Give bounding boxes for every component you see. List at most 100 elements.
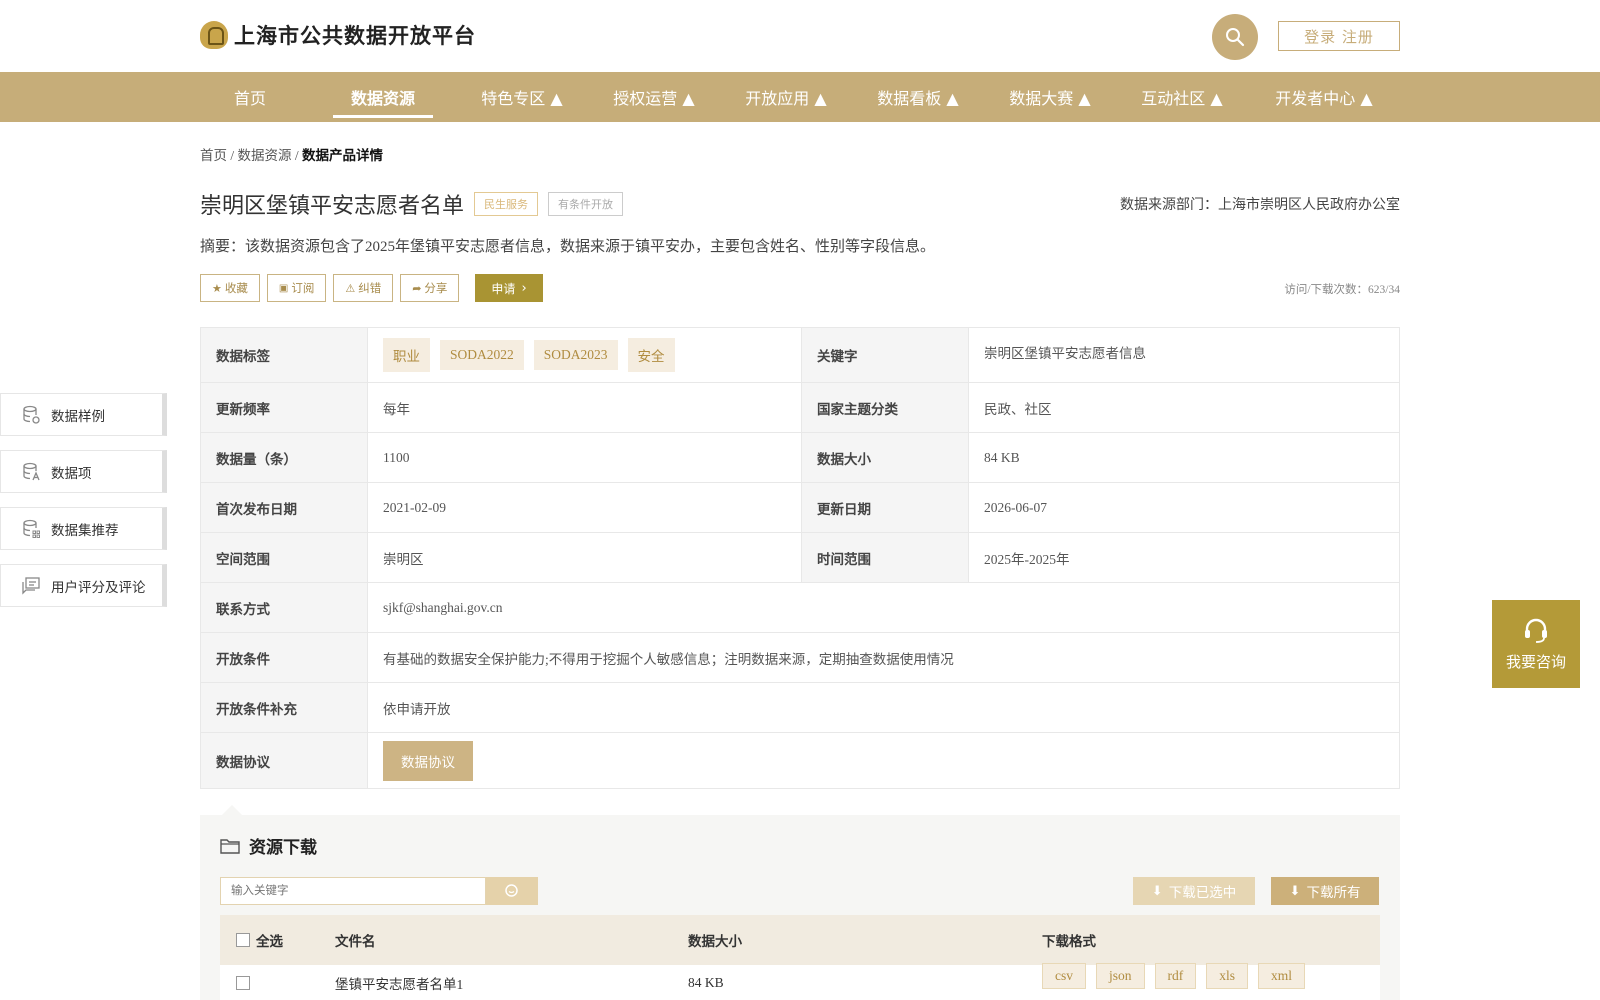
breadcrumb-current: 数据产品详情 [302,148,384,163]
summary-text: 摘要：该数据资源包含了2025年堡镇平安志愿者信息，数据来源于镇平安办，主要包含… [200,239,936,255]
site-name: 上海市公共数据开放平台 [234,24,476,48]
table-row: 首次发布日期 2021-02-09 更新日期 2026-06-07 [201,482,1399,532]
cell-value: 2021-02-09 [368,483,802,532]
action-bar: ★ 收藏 ▣ 订阅 ⚠ 纠错 ➦ 分享 申请 › [200,274,543,302]
database-recommend-icon [23,519,40,538]
cell-value: 有基础的数据安全保护能力;不得用于挖掘个人敏感信息；注明数据来源，定期抽查数据使… [383,651,954,667]
cell-label: 数据标签 [201,328,368,382]
side-nav: 数据样例 数据项 数据集推荐 用户评分及评论 [0,393,167,621]
share-button[interactable]: ➦ 分享 [400,274,460,302]
cell-label: 更新日期 [802,483,969,532]
subscribe-label: 订阅 [291,283,315,295]
message-icon: ▣ [278,282,289,294]
side-item-dataset-recommend[interactable]: 数据集推荐 [0,507,167,550]
nav-developer-center[interactable]: 开发者中心 ▲ [1254,72,1394,122]
tags-cell: 职业 SODA2022 SODA2023 安全 [368,328,802,382]
cell-value: 崇明区 [368,533,802,582]
nav-special-zone[interactable]: 特色专区 ▲ [462,72,582,122]
nav-home[interactable]: 首页 [216,72,284,122]
format-rdf-button[interactable]: rdf [1154,962,1197,989]
nav-data-resources[interactable]: 数据资源 [333,72,433,122]
cell-label: 国家主题分类 [802,383,969,432]
select-all[interactable]: 全选 [236,915,283,965]
side-item-label: 用户评分及评论 [51,579,146,596]
side-item-label: 数据集推荐 [51,522,119,539]
side-item-ratings-comments[interactable]: 用户评分及评论 [0,564,167,607]
cell-value: 84 KB [984,449,1020,465]
format-csv-button[interactable]: csv [1042,962,1086,989]
format-xls-button[interactable]: xls [1206,962,1249,989]
dataset-info-table: 数据标签 职业 SODA2022 SODA2023 安全 关键字 崇明区堡镇平安… [200,327,1400,789]
file-name[interactable]: 堡镇平安志愿者名单1 [335,965,463,1000]
consult-button[interactable]: 我要咨询 [1492,600,1580,688]
row-select [236,965,250,1000]
nav-community[interactable]: 互动社区 ▲ [1122,72,1242,122]
breadcrumb-separator: / [227,148,238,163]
cell-label: 联系方式 [201,583,368,632]
data-tag[interactable]: 职业 [383,338,430,372]
download-icon: ⬇ [1289,883,1301,898]
table-row: 更新频率 每年 国家主题分类 民政、社区 [201,382,1399,432]
side-item-label: 数据项 [51,465,92,482]
resource-download-section: 资源下载 ⬇ 下载已选中 ⬇ 下载所有 全选 文件名 数据大小 下载格式 堡镇平… [200,805,1400,1000]
side-item-data-sample[interactable]: 数据样例 [0,393,167,436]
apply-button[interactable]: 申请 › [475,274,543,302]
download-icon: ⬇ [1151,883,1163,898]
row-checkbox[interactable] [236,975,250,990]
consult-label: 我要咨询 [1505,652,1566,671]
format-xml-button[interactable]: xml [1258,962,1306,989]
cell-value: 依申请开放 [383,701,451,717]
database-fields-icon [23,462,40,480]
resource-search-button[interactable] [486,877,538,905]
search-icon [505,884,518,897]
data-tag[interactable]: SODA2023 [533,340,618,370]
search-button[interactable] [1212,14,1258,60]
table-row: 数据量（条） 1100 数据大小 84 KB [201,432,1399,482]
table-row: 开放条件补充 依申请开放 [201,682,1399,732]
cell-value: 2026-06-07 [984,499,1047,515]
cell-label: 数据协议 [201,733,368,788]
nav-data-dashboard[interactable]: 数据看板 ▲ [858,72,978,122]
data-protocol-button[interactable]: 数据协议 [383,740,473,781]
breadcrumb-separator: / [291,148,303,163]
favorite-button[interactable]: ★ 收藏 [200,274,260,302]
table-row: 数据标签 职业 SODA2022 SODA2023 安全 关键字 崇明区堡镇平安… [201,328,1399,382]
data-tag[interactable]: SODA2022 [440,340,524,370]
nav-data-competition[interactable]: 数据大赛 ▲ [990,72,1110,122]
download-all-button[interactable]: ⬇ 下载所有 [1271,877,1379,905]
cell-label: 时间范围 [802,533,969,582]
resource-header: 资源下载 [220,833,317,858]
site-logo[interactable]: 上海市公共数据开放平台 [200,20,476,50]
table-row: 联系方式 sjkf@shanghai.gov.cn [201,582,1399,632]
cell-label: 更新频率 [201,383,368,432]
page-title: 崇明区堡镇平安志愿者名单 [200,194,465,219]
breadcrumb-section[interactable]: 数据资源 [238,148,292,163]
select-all-checkbox[interactable] [236,933,250,947]
comment-icon [22,576,40,595]
folder-icon [220,838,240,854]
keyword-search-input[interactable] [220,877,486,905]
star-icon: ★ [212,282,222,295]
nav-open-apps[interactable]: 开放应用 ▲ [726,72,846,122]
side-item-data-fields[interactable]: 数据项 [0,450,167,493]
breadcrumb-home[interactable]: 首页 [200,148,227,163]
report-error-button[interactable]: ⚠ 纠错 [333,274,394,302]
nav-authorized-operation[interactable]: 授权运营 ▲ [594,72,714,122]
logo-icon [200,21,228,49]
login-register-button[interactable]: 登录 注册 [1278,21,1400,51]
warning-icon: ⚠ [345,282,356,295]
resource-title: 资源下载 [249,838,317,858]
share-label: 分享 [424,283,448,295]
format-json-button[interactable]: json [1096,962,1145,989]
cell-label: 开放条件 [201,633,368,682]
data-tag[interactable]: 安全 [627,338,675,372]
main-nav: 首页 数据资源 特色专区 ▲ 授权运营 ▲ 开放应用 ▲ 数据看板 ▲ 数据大赛… [0,72,1600,122]
report-error-label: 纠错 [358,283,382,295]
header: 上海市公共数据开放平台 登录 注册 [0,0,1600,72]
subscribe-button[interactable]: ▣ 订阅 [266,274,327,302]
cell-label: 关键字 [802,328,969,382]
cell-value: 1100 [368,433,802,482]
download-selected-button[interactable]: ⬇ 下载已选中 [1133,877,1255,905]
visit-download-count: 访问/下载次数：623/34 [1284,284,1400,296]
headset-icon [1525,618,1547,643]
